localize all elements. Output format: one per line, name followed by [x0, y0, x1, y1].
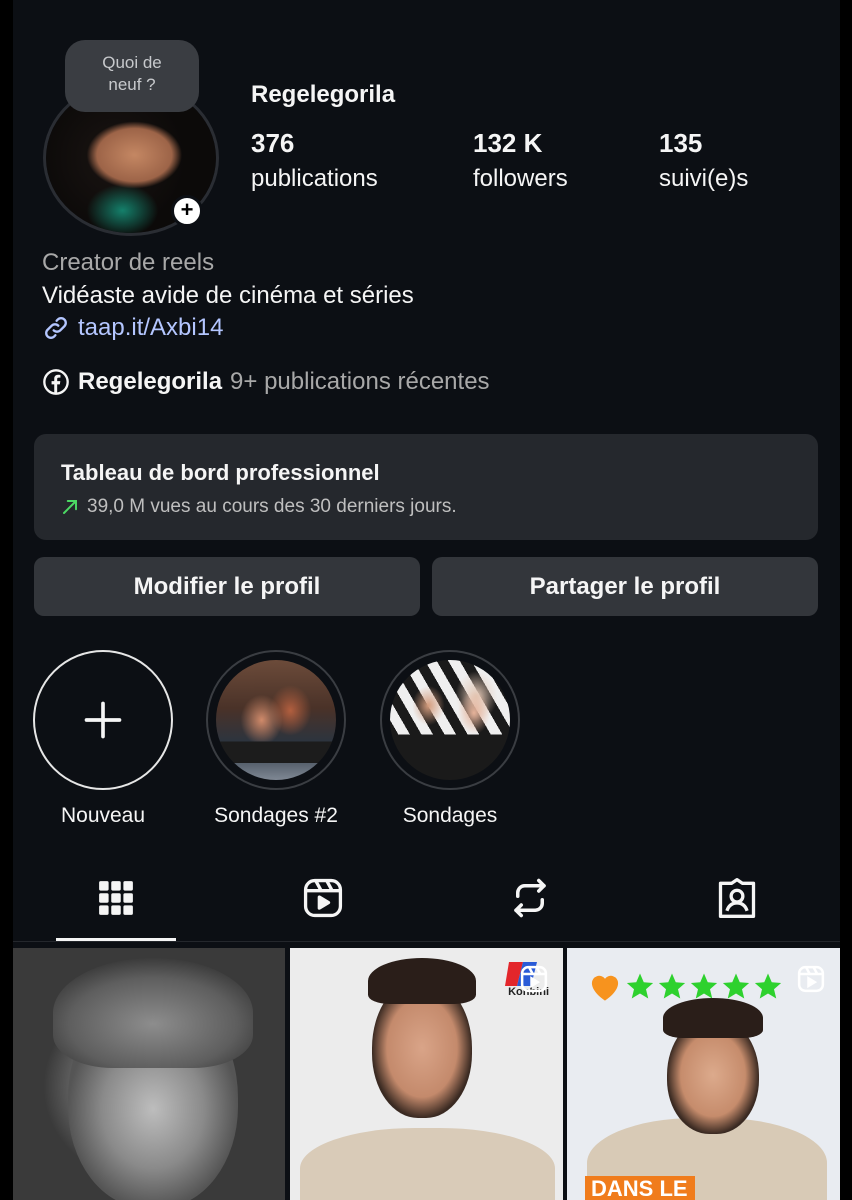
profile-bio: Vidéaste avide de cinéma et séries: [42, 282, 414, 309]
stat-posts[interactable]: 376 publications: [251, 128, 378, 193]
highlight-cover-image: [216, 660, 336, 780]
stat-posts-value: 376: [251, 128, 295, 158]
note-text: Quoi de neuf ?: [102, 53, 162, 94]
reels-icon: [303, 878, 343, 918]
post-photo-hair: [663, 998, 763, 1038]
profile-screen: + Quoi de neuf ? Regelegorila 376 public…: [13, 0, 840, 1200]
profile-username: Regelegorila: [251, 81, 396, 108]
stat-followers-value: 132 K: [473, 128, 543, 158]
share-profile-button[interactable]: Partager le profil: [432, 557, 818, 616]
post-photo-hair: [53, 958, 253, 1068]
reel-badge-icon: [520, 965, 548, 993]
highlight-ring: [206, 650, 346, 790]
add-story-icon[interactable]: +: [171, 195, 203, 227]
post-banner: DANS LE: [585, 1176, 695, 1200]
profile-category: Creator de reels: [42, 249, 215, 276]
repost-icon: [514, 878, 546, 918]
facebook-icon: [43, 369, 69, 395]
post-photo-shirt: [300, 1128, 555, 1200]
highlight-sondages-2-label: Sondages #2: [214, 804, 338, 827]
note-bubble[interactable]: Quoi de neuf ?: [65, 40, 199, 112]
tab-grid[interactable]: [46, 870, 186, 926]
highlight-new-label: Nouveau: [60, 804, 146, 827]
facebook-count: 9+ publications récentes: [230, 368, 490, 395]
new-highlight-ring: [33, 650, 173, 790]
dashboard-title: Tableau de bord professionnel: [61, 460, 380, 485]
star-icon: [754, 973, 782, 999]
post-thumbnail-3[interactable]: DANS LE: [567, 948, 840, 1200]
tab-reposts[interactable]: [460, 870, 600, 926]
stat-followers[interactable]: 132 K followers: [473, 128, 568, 193]
highlight-ring: [380, 650, 520, 790]
highlight-sondages-label: Sondages: [402, 804, 498, 827]
edit-profile-button[interactable]: Modifier le profil: [34, 557, 420, 616]
stat-following[interactable]: 135 suivi(e)s: [659, 128, 748, 193]
dashboard-subtitle: 39,0 M vues au cours des 30 derniers jou…: [87, 496, 457, 517]
stat-following-value: 135: [659, 128, 703, 158]
professional-dashboard[interactable]: Tableau de bord professionnel 39,0 M vue…: [34, 434, 818, 540]
plus-icon: [84, 701, 122, 739]
star-icon: [626, 973, 654, 999]
grid-icon: [99, 881, 133, 915]
post-photo-hair: [368, 958, 476, 1004]
post-thumbnail-2[interactable]: Konbini: [290, 948, 563, 1200]
facebook-link[interactable]: Regelegorila 9+ publications récentes: [42, 368, 490, 396]
reel-badge-icon: [797, 965, 825, 993]
tab-divider: [13, 941, 840, 942]
profile-link-text: taap.it/Axbi14: [78, 314, 224, 341]
highlight-sondages[interactable]: Sondages: [380, 650, 520, 828]
star-icon: [658, 973, 686, 999]
facebook-name: Regelegorila: [78, 368, 223, 395]
star-icon: [690, 973, 718, 999]
trend-up-icon: [63, 500, 77, 514]
tab-tagged[interactable]: [667, 870, 807, 926]
highlight-sondages-2[interactable]: Sondages #2: [206, 650, 346, 828]
heart-icon: [591, 975, 619, 1001]
post-thumbnail-1[interactable]: [13, 948, 285, 1200]
rating-row: [587, 970, 783, 1002]
stat-followers-label: followers: [473, 165, 568, 192]
link-icon: [45, 317, 67, 339]
stat-posts-label: publications: [251, 165, 378, 192]
stat-following-label: suivi(e)s: [659, 165, 749, 192]
tagged-icon: [718, 878, 756, 918]
profile-link[interactable]: taap.it/Axbi14: [42, 314, 223, 342]
tab-reels[interactable]: [253, 870, 393, 926]
star-icon: [722, 973, 750, 999]
highlight-new[interactable]: Nouveau: [33, 650, 173, 828]
highlight-cover-image: [390, 660, 510, 780]
